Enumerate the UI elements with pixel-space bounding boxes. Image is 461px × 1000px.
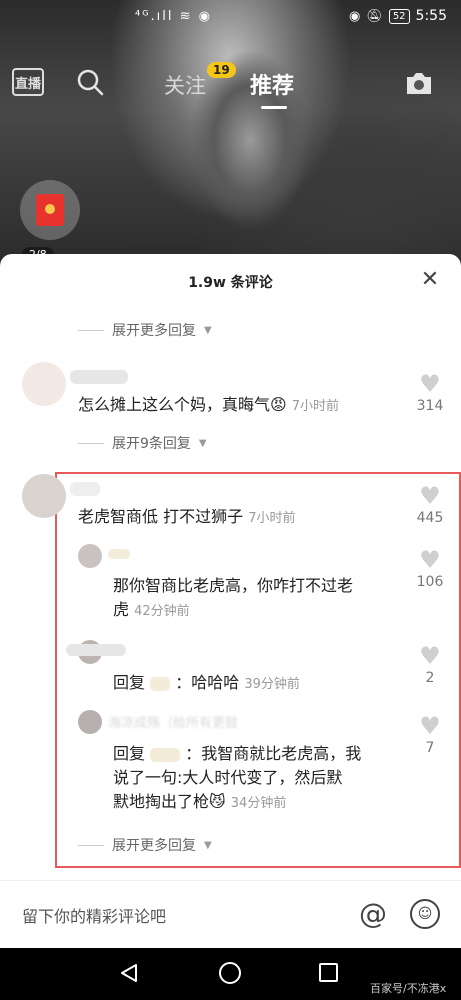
avatar[interactable] [78, 710, 102, 734]
recent-apps-icon[interactable] [319, 963, 338, 982]
like-count: 445 [416, 510, 444, 526]
chevron-down-icon: ▼ [204, 324, 212, 336]
reply-3-line3-wrap: 默地掏出了枪😼 34分钟前 [113, 790, 361, 816]
emoji-icon[interactable]: ☺ [410, 899, 440, 929]
tab-follow[interactable]: 关注 [164, 70, 206, 100]
eye-icon: ◉ [348, 8, 361, 24]
reply-2-like[interactable]: ♥ 2 [410, 644, 450, 686]
like-count: 2 [425, 670, 435, 686]
reply-2-prefix: 回复 [113, 673, 146, 692]
red-packet-button[interactable] [20, 180, 80, 240]
like-count: 7 [425, 740, 435, 756]
reply-3: 回复 ：我智商就比老虎高，我 说了一句:大人时代变了，然后默 默地掏出了枪😼 3… [113, 742, 361, 816]
expand-label: 展开更多回复 [112, 838, 196, 854]
reply-1-line2: 虎 [113, 600, 130, 619]
red-packet-icon [36, 194, 64, 226]
heart-icon: ♥ [419, 712, 441, 740]
comment-count-title: 1.9w 条评论 [188, 275, 273, 291]
divider-line [78, 844, 104, 846]
active-tab-indicator [261, 106, 287, 109]
reply-3-line2: 说了一句:大人时代变了，然后默 [113, 768, 343, 787]
comment-1: 怎么摊上这么个妈，真晦气😡 7小时前 [78, 393, 339, 419]
follow-count-badge: 19 [207, 62, 236, 78]
reply-3-line1: ：我智商就比老虎高，我 [185, 744, 362, 763]
comment-2-text: 老虎智商低 打不过狮子 [78, 507, 244, 526]
avatar[interactable] [78, 544, 102, 568]
tab-recommend[interactable]: 推荐 [250, 68, 294, 100]
like-count: 314 [416, 398, 444, 414]
comment-1-text: 怎么摊上这么个妈，真晦气😡 [78, 395, 287, 414]
status-right: ◉ 🔕︎ 52 5:55 [349, 8, 447, 24]
heart-icon: ♥ [419, 546, 441, 574]
reply-3-line3: 默地掏出了枪😼 [113, 792, 226, 811]
search-icon[interactable] [76, 68, 104, 96]
watermark: 百家号/不冻港x [370, 982, 447, 995]
battery-icon: 52 [388, 8, 410, 24]
clock: 5:55 [415, 8, 447, 24]
top-nav: 直播 关注 19 推荐 [0, 56, 461, 109]
reply-1-time: 42分钟前 [134, 604, 190, 619]
comment-1-like[interactable]: ♥ 314 [410, 372, 450, 414]
live-button[interactable]: 直播 [12, 68, 44, 96]
like-count: 106 [416, 574, 444, 590]
reply-1-like[interactable]: ♥ 106 [410, 548, 450, 590]
expand-more-replies-top[interactable]: 展开更多回复 ▼ [78, 320, 212, 340]
comment-2-like[interactable]: ♥ 445 [410, 484, 450, 526]
heart-icon: ♥ [419, 482, 441, 510]
heart-icon: ♥ [419, 642, 441, 670]
reply-to-user-blurred[interactable] [150, 676, 171, 691]
username-blurred[interactable] [70, 370, 128, 384]
status-bar: ⁴ᴳ.ıll ≋ ◉ ◉ 🔕︎ 52 5:55 [0, 0, 461, 34]
chevron-down-icon: ▼ [204, 839, 212, 851]
close-icon[interactable]: ✕ [418, 268, 442, 292]
username-blurred[interactable] [66, 644, 126, 656]
reply-2-time: 39分钟前 [244, 677, 300, 692]
reply-to-user-blurred[interactable] [150, 747, 181, 762]
reply-2: 回复 ：哈哈哈 39分钟前 [113, 671, 300, 697]
comment-input[interactable]: 留下你的精彩评论吧 [22, 903, 166, 927]
mention-icon[interactable]: @ [359, 899, 387, 929]
reply-2-text: ：哈哈哈 [175, 673, 240, 692]
comment-2: 老虎智商低 打不过狮子 7小时前 [78, 505, 295, 531]
chevron-down-icon: ▼ [198, 437, 207, 449]
username-blurred[interactable] [70, 482, 100, 496]
reply-3-author[interactable]: 海凉成殇（给所有更鼓 [108, 712, 238, 731]
expand-label: 展开更多回复 [112, 323, 196, 339]
heart-icon: ♥ [419, 370, 441, 398]
expand-more-replies-bottom[interactable]: 展开更多回复 ▼ [78, 835, 212, 855]
camera-icon[interactable] [404, 70, 434, 96]
divider-line [78, 442, 104, 444]
signal-wifi-icons: ⁴ᴳ.ıll ≋ ◉ [135, 9, 213, 24]
comment-2-time: 7小时前 [248, 511, 296, 526]
reply-1-line1: 那你智商比老虎高，你咋打不过老 [113, 576, 354, 595]
reply-3-prefix: 回复 [113, 744, 146, 763]
reply-1: 那你智商比老虎高，你咋打不过老 虎 42分钟前 [113, 574, 353, 624]
divider-line [78, 329, 104, 331]
reply-3-time: 34分钟前 [230, 796, 287, 811]
reply-3-line1-wrap: 回复 ：我智商就比老虎高，我 [113, 742, 361, 766]
avatar[interactable] [22, 474, 66, 518]
home-icon[interactable] [219, 962, 241, 984]
expand-label: 展开9条回复 [112, 436, 191, 452]
comment-1-time: 7小时前 [291, 399, 340, 414]
reply-3-like[interactable]: ♥ 7 [410, 714, 450, 756]
expand-9-replies[interactable]: 展开9条回复 ▼ [78, 433, 207, 453]
mute-icon: 🔕︎ [366, 8, 383, 24]
comment-input-bar: 留下你的精彩评论吧 @ ☺ [0, 880, 461, 948]
username-blurred[interactable] [108, 549, 130, 559]
reply-1-line2-wrap: 虎 42分钟前 [113, 598, 353, 624]
back-icon[interactable] [118, 962, 140, 984]
avatar[interactable] [22, 362, 66, 406]
